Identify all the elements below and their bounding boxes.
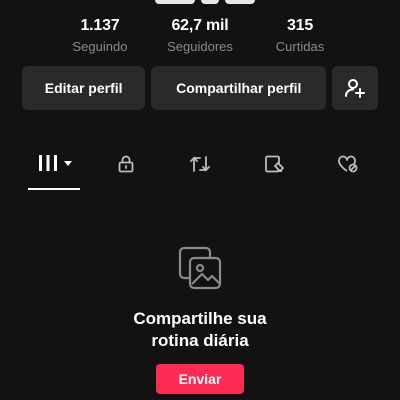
repost-icon [190, 156, 210, 172]
stat-following[interactable]: 1.137 Seguindo [50, 16, 150, 56]
stat-label: Seguidores [167, 39, 233, 54]
stat-label: Curtidas [275, 39, 325, 54]
grid-icon [39, 155, 57, 171]
send-button[interactable]: Enviar [156, 364, 244, 394]
photos-icon [178, 246, 222, 290]
stat-followers[interactable]: 62,7 mil Seguidores [150, 16, 250, 56]
liked-icon [338, 155, 358, 173]
lock-icon [118, 155, 134, 173]
share-profile-button[interactable]: Compartilhar perfil [151, 66, 327, 110]
tab-saved[interactable] [260, 154, 288, 194]
tab-private[interactable] [112, 154, 140, 194]
stat-value: 62,7 mil [171, 17, 229, 34]
tab-reposts[interactable] [186, 154, 214, 194]
add-friend-button[interactable] [332, 66, 378, 110]
saved-icon [265, 155, 284, 173]
stat-value: 1.137 [80, 17, 120, 34]
tab-liked[interactable] [334, 154, 362, 194]
empty-state: Compartilhe sua rotina diária Enviar [0, 244, 400, 394]
stat-label: Seguindo [72, 39, 128, 54]
edit-profile-button[interactable]: Editar perfil [22, 66, 146, 110]
profile-screen: 1.137 Seguindo 62,7 mil Seguidores 315 C… [0, 0, 400, 400]
add-user-icon [345, 79, 366, 98]
username-header-cutoff [150, 0, 260, 4]
empty-state-title: Compartilhe sua rotina diária [133, 309, 267, 350]
chevron-down-icon [64, 161, 72, 166]
stat-likes[interactable]: 315 Curtidas [250, 16, 350, 56]
profile-stats: 1.137 Seguindo 62,7 mil Seguidores 315 C… [50, 16, 350, 56]
active-tab-indicator [28, 188, 80, 190]
profile-actions: Editar perfil Compartilhar perfil [22, 66, 378, 110]
profile-tabs [0, 154, 400, 194]
stat-value: 315 [286, 17, 314, 34]
